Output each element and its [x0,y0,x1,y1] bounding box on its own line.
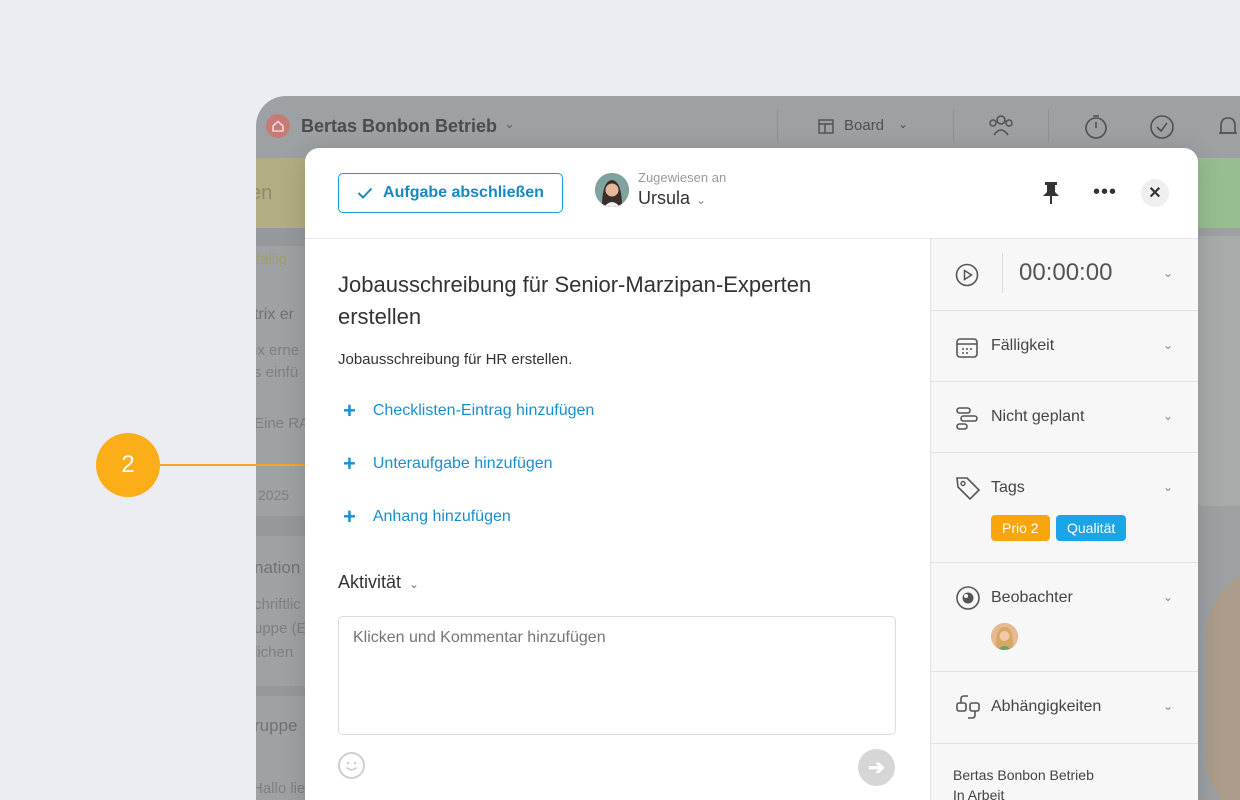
bg-text: uppe (E [256,620,307,637]
dependencies-label: Abhängigkeiten [991,698,1102,715]
calendar-icon [955,335,979,364]
team-icon[interactable] [987,113,1015,144]
chevron-down-icon: ⌄ [1163,480,1174,494]
chevron-down-icon: ⌄ [1163,409,1174,423]
tags-row[interactable]: Tags ⌄ [931,453,1198,563]
schedule-label: Nicht geplant [991,408,1085,425]
bg-text: ix erne [256,342,300,359]
chevron-down-icon: ⌄ [409,577,420,591]
dependencies-row[interactable]: Abhängigkeiten ⌄ [931,672,1198,744]
bg-text: lichen [256,644,294,661]
bg-text: s einfü [256,364,299,381]
task-main-panel: Jobausschreibung für Senior-Marzipan-Exp… [305,239,930,800]
pin-icon[interactable] [1041,181,1061,210]
activity-toggle[interactable]: Aktivität ⌄ [338,572,419,593]
tag-icon [955,475,981,506]
watchers-label: Beobachter [991,589,1073,606]
divider [777,110,778,142]
add-subtask-label: Unteraufgabe hinzufügen [372,455,553,472]
complete-task-button[interactable]: Aufgabe abschließen [338,173,563,213]
avatar [991,623,1018,650]
bg-text: nation [256,558,301,577]
timer-value: 00:00:00 [1019,259,1113,286]
chevron-down-icon: ⌄ [504,116,515,131]
more-options-icon[interactable]: ••• [1093,182,1117,202]
divider [953,110,954,142]
comment-input[interactable] [338,616,896,735]
timer-row[interactable]: 00:00:00 ⌄ [931,239,1198,311]
bg-text: Hallo lie [256,780,306,797]
tag-badge[interactable]: Prio 2 [991,515,1050,541]
emoji-icon[interactable] [338,752,365,779]
view-switcher[interactable]: Board [844,117,884,134]
eye-icon [955,585,981,616]
project-name[interactable]: Bertas Bonbon Betrieb [953,767,1094,783]
bg-text: 2025 [258,487,290,503]
add-attachment-label: Anhang hinzufügen [372,508,511,525]
send-icon[interactable]: ➔ [858,749,895,786]
schedule-icon [955,406,979,435]
add-subtask-button[interactable]: + Unteraufgabe hinzufügen [343,451,553,476]
callout-badge: 2 [96,433,160,497]
assigned-caption: Zugewiesen an [638,170,727,185]
bg-text: chriftlic [256,596,301,613]
chevron-down-icon: ⌄ [1163,590,1174,604]
check-circle-icon[interactable] [1148,113,1176,146]
plus-icon: + [343,398,356,423]
modal-header: Aufgabe abschließen Zugewiesen an Ursula… [305,148,1198,239]
bg-text: trix er [256,306,294,323]
task-sidebar: 00:00:00 ⌄ Fälligkeit ⌄ Nicht geplant ⌄ … [930,239,1198,800]
bg-text: fällig [256,251,287,268]
tag-badge[interactable]: Qualität [1056,515,1127,541]
stopwatch-icon[interactable] [1082,113,1110,146]
task-title[interactable]: Jobausschreibung für Senior-Marzipan-Exp… [338,269,898,333]
play-icon[interactable] [955,263,979,292]
board-icon [818,119,834,139]
bg-text: Eine RA [256,415,310,432]
chevron-down-icon: ⌄ [696,193,707,207]
due-date-row[interactable]: Fälligkeit ⌄ [931,311,1198,382]
check-icon [357,187,373,199]
assignee-selector[interactable]: Zugewiesen an Ursula ⌄ [595,170,726,209]
watchers-row[interactable]: Beobachter ⌄ [931,563,1198,672]
chevron-down-icon: ⌄ [1163,699,1174,713]
background-card [1196,236,1240,506]
home-icon [266,114,290,138]
divider [1048,110,1049,142]
background-card [256,246,306,516]
project-status[interactable]: In Arbeit [953,787,1004,800]
dependencies-icon [955,694,981,725]
divider [1002,253,1003,293]
column-header-text: en [256,182,273,204]
bell-icon[interactable] [1214,113,1240,146]
complete-task-label: Aufgabe abschließen [383,184,544,201]
due-date-label: Fälligkeit [991,337,1055,354]
workspace-name[interactable]: Bertas Bonbon Betrieb [301,116,497,137]
task-detail-modal: Aufgabe abschließen Zugewiesen an Ursula… [305,148,1198,800]
plus-icon: + [343,451,356,476]
close-icon[interactable]: ✕ [1141,179,1169,207]
schedule-row[interactable]: Nicht geplant ⌄ [931,382,1198,453]
assignee-name: Ursula [638,188,691,208]
add-checklist-label: Checklisten-Eintrag hinzufügen [372,402,595,419]
avatar [595,172,629,207]
bg-text: ruppe [256,716,298,735]
chevron-down-icon: ⌄ [1163,338,1174,352]
column-header [1196,158,1240,228]
add-attachment-button[interactable]: + Anhang hinzufügen [343,504,511,529]
add-checklist-button[interactable]: + Checklisten-Eintrag hinzufügen [343,398,595,423]
chevron-down-icon: ⌄ [898,117,909,131]
plus-icon: + [343,504,356,529]
chevron-down-icon: ⌄ [1163,266,1174,280]
tags-label: Tags [991,479,1025,496]
background-decoration [1206,566,1240,800]
task-description[interactable]: Jobausschreibung für HR erstellen. [338,351,572,368]
activity-label: Aktivität [338,572,402,592]
